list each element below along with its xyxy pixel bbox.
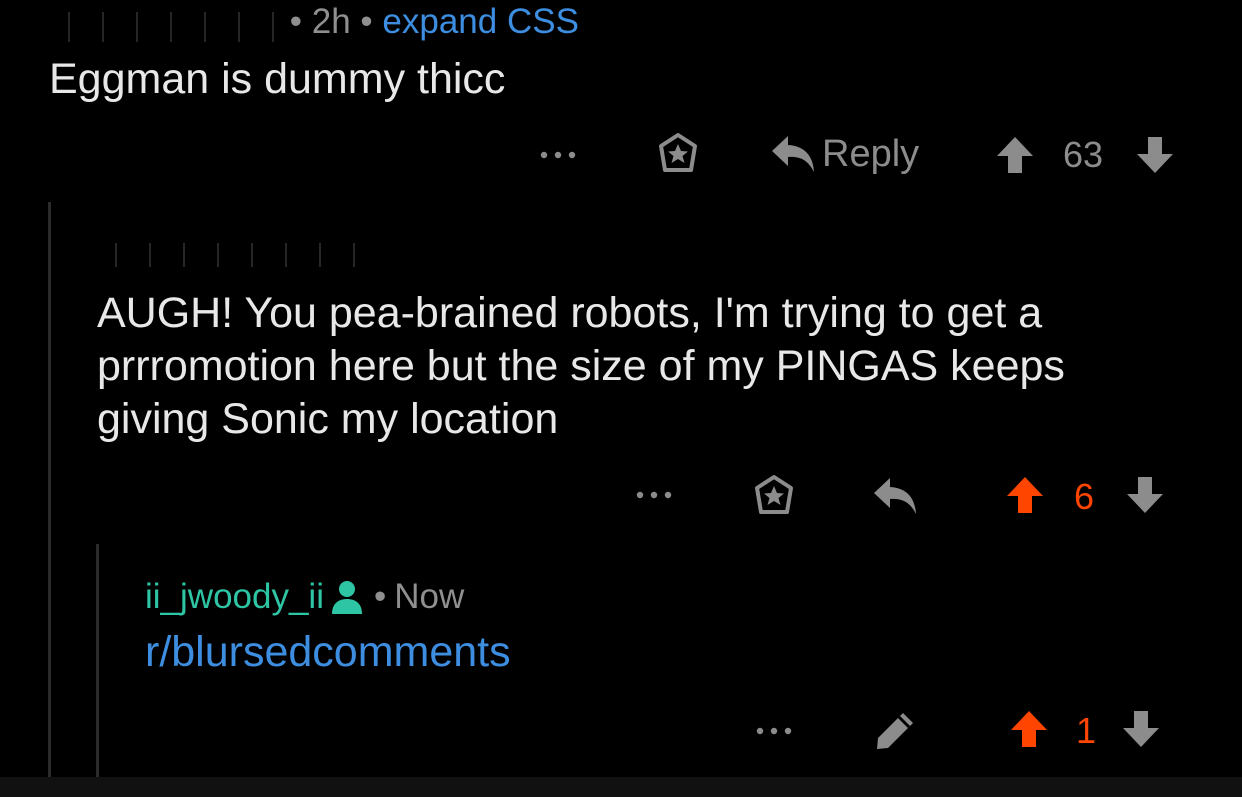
comment3-username[interactable]: ii_jwoody_ii [145, 576, 324, 618]
edit-pencil-icon [877, 713, 913, 749]
redacted-username [50, 12, 280, 42]
comment2-award-button[interactable] [750, 472, 798, 520]
award-icon [755, 475, 793, 514]
separator: • [360, 2, 373, 41]
redacted-username [97, 243, 367, 267]
comment3-downvote-button[interactable] [1120, 708, 1162, 750]
comment2-redacted-author [97, 243, 367, 267]
comment1-upvote-button[interactable] [994, 134, 1036, 176]
reply-icon [772, 136, 814, 172]
comment3-more-button[interactable] [752, 716, 796, 746]
separator: • [289, 2, 302, 41]
comment3-time: Now [394, 577, 465, 616]
comment2-body-line: prrromotion here but the size of my PING… [97, 342, 1065, 390]
downvote-icon [1127, 477, 1163, 513]
comment2-score: 6 [1074, 476, 1095, 517]
user-icon [331, 581, 362, 614]
upvote-icon [1011, 711, 1047, 747]
comment1-time: 2h [311, 2, 351, 41]
award-icon [659, 133, 697, 172]
comment2-body: AUGH! You pea-brained robots, I'm trying… [97, 287, 1065, 446]
comment1-downvote-button[interactable] [1134, 134, 1176, 176]
downvote-icon [1137, 137, 1173, 173]
more-dots-icon [636, 491, 672, 499]
comment1-body: Eggman is dummy thicc [49, 55, 506, 103]
downvote-icon [1123, 711, 1159, 747]
comment3-body-subreddit-link[interactable]: r/blursedcomments [145, 628, 511, 677]
thread-line-level-2[interactable] [96, 544, 99, 777]
upvote-icon [997, 137, 1033, 173]
comment1-award-button[interactable] [654, 130, 702, 178]
comment1-score: 63 [1063, 134, 1104, 175]
comment1-more-button[interactable] [536, 140, 580, 170]
comment2-downvote-button[interactable] [1124, 474, 1166, 516]
comment2-upvote-button[interactable] [1004, 474, 1046, 516]
reply-label: Reply [822, 132, 920, 175]
bottom-bar [0, 777, 1242, 797]
more-dots-icon [756, 727, 792, 735]
comment2-reply-button[interactable] [870, 474, 920, 518]
reply-icon [874, 478, 916, 514]
upvote-icon [1007, 477, 1043, 513]
comment3-upvote-button[interactable] [1008, 708, 1050, 750]
comment2-more-button[interactable] [632, 480, 676, 510]
comment2-body-line: giving Sonic my location [97, 395, 559, 443]
comment3-score: 1 [1076, 710, 1097, 751]
comment3-edit-button[interactable] [872, 708, 918, 754]
comment3-meta: ii_jwoody_ii • Now [145, 576, 464, 618]
expand-css-link[interactable]: expand CSS [382, 2, 579, 41]
comment2-body-line: AUGH! You pea-brained robots, I'm trying… [97, 289, 1043, 337]
comment1-meta: • 2h • expand CSS [50, 2, 579, 42]
comment1-reply-button[interactable]: Reply [770, 130, 920, 178]
more-dots-icon [540, 151, 576, 159]
thread-line-level-1[interactable] [48, 202, 51, 777]
separator: • [373, 577, 387, 616]
